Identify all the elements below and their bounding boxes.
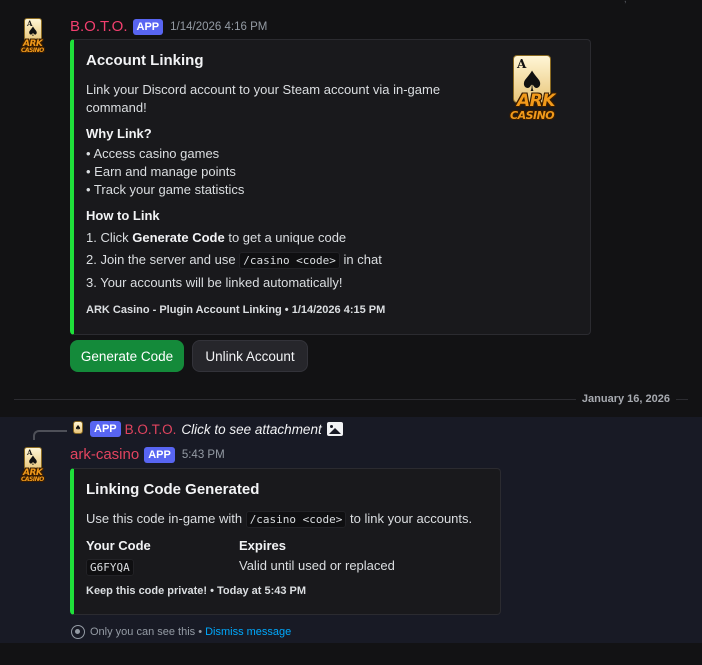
ephemeral-notice: Only you can see this • Dismiss message: [71, 625, 291, 639]
app-badge: APP: [144, 446, 175, 463]
step-1: 1. Click Generate Code to get a unique c…: [86, 230, 347, 245]
message-timestamp[interactable]: 1/14/2026 4:16 PM: [170, 21, 267, 33]
embed-footer: ARK Casino - Plugin Account Linking • 1/…: [86, 304, 386, 316]
step-2: 2. Join the server and use /casino <code…: [86, 252, 382, 269]
avatar-boto[interactable]: A ♠ ARK CASINO: [20, 18, 60, 58]
code-value[interactable]: G6FYQA: [86, 558, 134, 576]
inline-code: /casino <code>: [239, 252, 340, 269]
app-badge: APP: [132, 18, 164, 35]
ace-card-icon: ♠: [73, 421, 83, 434]
dismiss-message-link[interactable]: Dismiss message: [205, 626, 291, 638]
embed-account-linking: Account Linking Link your Discord accoun…: [70, 39, 591, 335]
embed-linking-code: Linking Code Generated Use this code in-…: [70, 468, 501, 615]
clipped-text: ',: [622, 0, 627, 5]
list-item: • Access casino games: [86, 146, 220, 161]
embed-description: Use this code in-game with /casino <code…: [86, 511, 473, 528]
logo-word-casino: CASINO: [510, 109, 555, 122]
reply-preview[interactable]: ♠ APP B.O.T.O. Click to see attachment: [72, 421, 343, 437]
field-how-to-link: How to Link: [86, 208, 160, 223]
message-timestamp[interactable]: 5:43 PM: [182, 449, 225, 461]
reply-author[interactable]: B.O.T.O.: [125, 422, 177, 437]
message-header: B.O.T.O. APP 1/14/2026 4:16 PM: [70, 18, 267, 35]
author-name[interactable]: ark-casino: [70, 446, 139, 463]
reply-connector: [33, 430, 67, 440]
date-divider-label: January 16, 2026: [575, 393, 676, 405]
logo-word-casino: CASINO: [21, 476, 44, 483]
logo-word-casino: CASINO: [21, 47, 44, 54]
field-your-code: Your Code: [86, 538, 151, 553]
message-header: ark-casino APP 5:43 PM: [70, 446, 225, 463]
image-icon: [326, 422, 343, 436]
eye-icon: [71, 625, 85, 639]
chat-view: ', A ♠ ARK CASINO B.O.T.O. APP 1/14/2026…: [0, 0, 702, 665]
embed-title: Account Linking: [86, 52, 204, 69]
embed-thumbnail[interactable]: A ♠ ARK CASINO: [504, 53, 568, 125]
field-why-link: Why Link?: [86, 126, 152, 141]
only-you-text: Only you can see this •: [90, 626, 203, 638]
embed-description-line2: command!: [86, 100, 147, 115]
list-item: • Track your game statistics: [86, 182, 245, 197]
generate-code-button[interactable]: Generate Code: [70, 340, 184, 372]
embed-description-line1: Link your Discord account to your Steam …: [86, 82, 441, 97]
embed-footer: Keep this code private! • Today at 5:43 …: [86, 585, 307, 597]
reply-avatar: ♠: [72, 421, 84, 437]
unlink-account-button[interactable]: Unlink Account: [192, 340, 308, 372]
step-3: 3. Your accounts will be linked automati…: [86, 275, 343, 290]
list-item: • Earn and manage points: [86, 164, 236, 179]
embed-title: Linking Code Generated: [86, 481, 260, 498]
app-badge: APP: [90, 421, 121, 437]
author-name[interactable]: B.O.T.O.: [70, 18, 128, 35]
expires-value: Valid until used or replaced: [239, 558, 395, 573]
logo-word-ark: ARK: [517, 91, 555, 111]
field-expires: Expires: [239, 538, 286, 553]
inline-code: /casino <code>: [245, 511, 347, 528]
avatar-ark-casino[interactable]: A ♠ ARK CASINO: [20, 447, 60, 487]
reply-text[interactable]: Click to see attachment: [181, 422, 321, 437]
